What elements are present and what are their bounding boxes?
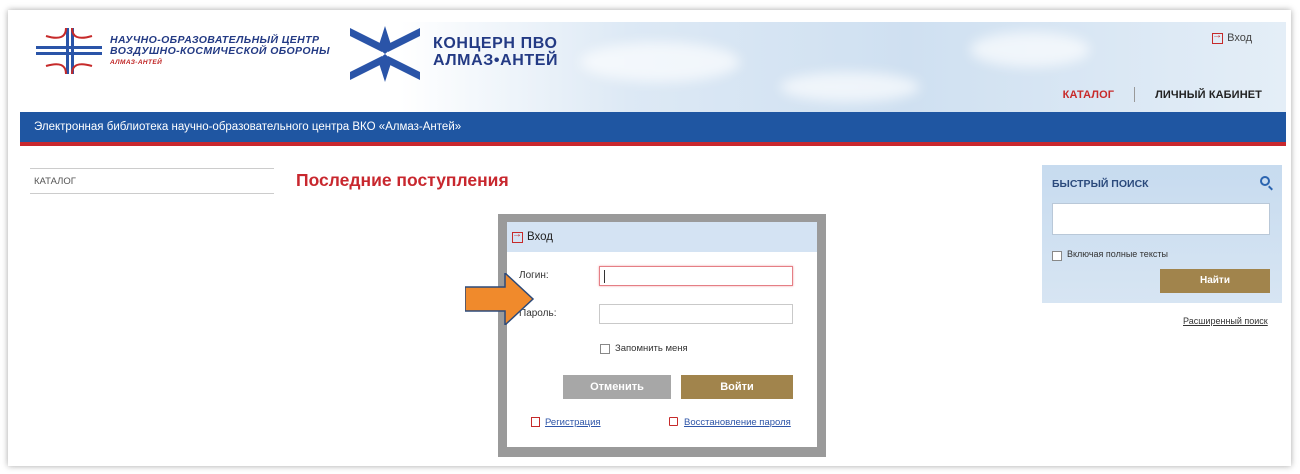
search-icon[interactable] (1260, 176, 1270, 186)
register-link[interactable]: Регистрация (545, 417, 601, 428)
fulltext-checkbox[interactable] (1052, 251, 1062, 261)
nav-separator (1134, 87, 1136, 102)
login-modal-header: Вход (507, 222, 817, 252)
fulltext-label: Включая полные тексты (1067, 249, 1168, 259)
site-header: НАУЧНО-ОБРАЗОВАТЕЛЬНЫЙ ЦЕНТР ВОЗДУШНО-КО… (20, 22, 1286, 112)
concern-name-line2: АЛМАЗ•АНТЕЙ (433, 52, 559, 69)
login-input[interactable] (599, 266, 793, 286)
text-caret (604, 270, 605, 283)
quick-search-input[interactable] (1052, 203, 1270, 235)
lock-icon (669, 417, 678, 426)
noc-vko-name: НАУЧНО-ОБРАЗОВАТЕЛЬНЫЙ ЦЕНТР ВОЗДУШНО-КО… (110, 35, 330, 68)
org-name-line2: ВОЗДУШНО-КОСМИЧЕСКОЙ ОБОРОНЫ (110, 45, 330, 57)
password-input[interactable] (599, 304, 793, 324)
quick-search-title: БЫСТРЫЙ ПОИСК (1052, 178, 1149, 190)
login-modal-title: Вход (527, 231, 554, 243)
concern-name-line1: КОНЦЕРН ПВО (433, 35, 558, 52)
quick-search-panel: БЫСТРЫЙ ПОИСК Включая полные тексты Найт… (1042, 165, 1282, 303)
login-icon (512, 229, 523, 243)
almaz-antey-logo-icon (350, 26, 420, 82)
remember-me-label: Запомнить меня (615, 343, 688, 354)
login-submit-button[interactable]: Войти (681, 375, 793, 399)
header-login-link[interactable]: Вход (1212, 30, 1252, 44)
remember-me-checkbox[interactable] (600, 344, 610, 354)
nav-personal-cabinet[interactable]: ЛИЧНЫЙ КАБИНЕТ (1155, 89, 1262, 101)
cancel-button[interactable]: Отменить (563, 375, 671, 399)
org-name-line3: АЛМАЗ-АНТЕЙ (110, 59, 163, 66)
noc-vko-logo-icon (36, 28, 102, 74)
find-button[interactable]: Найти (1160, 269, 1270, 293)
login-modal: Вход Логин: Пароль: Запомнить меня Отмен… (507, 222, 817, 447)
sidebar-catalog[interactable]: КАТАЛОГ (30, 168, 274, 194)
banner-divider (20, 142, 1286, 146)
nav-catalog[interactable]: КАТАЛОГ (1063, 89, 1114, 101)
page-title: Последние поступления (296, 170, 509, 190)
restore-password-link[interactable]: Восстановление пароля (684, 417, 791, 428)
login-icon (1212, 30, 1224, 44)
library-banner: Электронная библиотека научно-образовате… (20, 112, 1286, 142)
register-icon (531, 417, 540, 427)
top-nav: КАТАЛОГ ЛИЧНЫЙ КАБИНЕТ (1063, 87, 1262, 102)
advanced-search-link[interactable]: Расширенный поиск (1183, 316, 1268, 326)
header-login-label: Вход (1227, 32, 1252, 44)
concern-name: КОНЦЕРН ПВО АЛМАЗ•АНТЕЙ (433, 35, 558, 69)
annotation-arrow-icon (465, 273, 535, 325)
